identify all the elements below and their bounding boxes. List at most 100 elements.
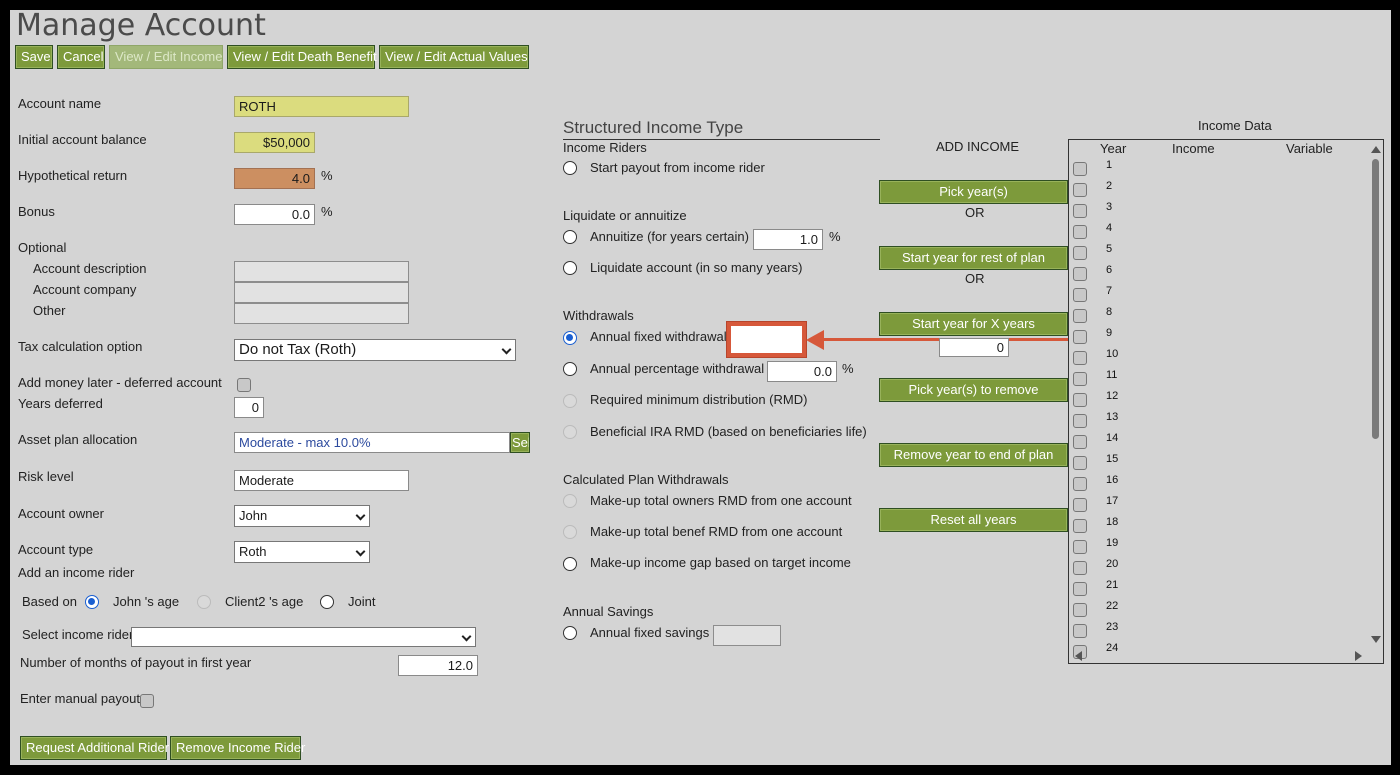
year-checkbox[interactable] <box>1073 267 1087 281</box>
year-checkbox[interactable] <box>1073 246 1087 260</box>
table-row[interactable]: 7 <box>1069 285 1369 306</box>
pick-years-to-remove-button[interactable]: Pick year(s) to remove <box>879 378 1068 402</box>
account-description-field[interactable] <box>234 261 409 282</box>
table-row[interactable]: 8 <box>1069 306 1369 327</box>
table-row[interactable]: 10 <box>1069 348 1369 369</box>
table-row[interactable]: 9 <box>1069 327 1369 348</box>
years-deferred-field[interactable]: 0 <box>234 397 264 418</box>
year-checkbox[interactable] <box>1073 435 1087 449</box>
year-checkbox[interactable] <box>1073 540 1087 554</box>
table-row[interactable]: 16 <box>1069 474 1369 495</box>
year-checkbox[interactable] <box>1073 519 1087 533</box>
select-income-rider-select[interactable] <box>131 627 476 647</box>
year-checkbox[interactable] <box>1073 561 1087 575</box>
tax-option-select[interactable]: Do not Tax (Roth) <box>234 339 516 361</box>
year-checkbox[interactable] <box>1073 582 1087 596</box>
account-owner-select[interactable]: John <box>234 505 370 527</box>
add-money-later-checkbox[interactable] <box>237 378 251 392</box>
year-checkbox[interactable] <box>1073 309 1087 323</box>
table-row[interactable]: 12 <box>1069 390 1369 411</box>
year-checkbox[interactable] <box>1073 351 1087 365</box>
year-checkbox[interactable] <box>1073 393 1087 407</box>
liquidate-radio[interactable] <box>563 261 577 275</box>
scroll-up-icon[interactable] <box>1371 146 1381 153</box>
annual-percentage-withdrawal-field[interactable]: 0.0 <box>767 361 837 382</box>
annuitize-field[interactable]: 1.0 <box>753 229 823 250</box>
x-years-field[interactable]: 0 <box>939 338 1009 357</box>
annual-fixed-savings-field[interactable] <box>713 625 781 646</box>
asset-plan-select-button[interactable]: Sel <box>510 432 530 453</box>
scroll-down-icon[interactable] <box>1371 636 1381 643</box>
year-checkbox[interactable] <box>1073 225 1087 239</box>
table-row[interactable]: 23 <box>1069 621 1369 642</box>
remove-year-to-end-button[interactable]: Remove year to end of plan <box>879 443 1068 467</box>
table-row[interactable]: 15 <box>1069 453 1369 474</box>
table-row[interactable]: 20 <box>1069 558 1369 579</box>
table-row[interactable]: 13 <box>1069 411 1369 432</box>
year-checkbox[interactable] <box>1073 603 1087 617</box>
bonus-field[interactable]: 0.0 <box>234 204 315 225</box>
initial-balance-field[interactable]: $50,000 <box>234 132 315 153</box>
year-checkbox[interactable] <box>1073 183 1087 197</box>
table-row[interactable]: 11 <box>1069 369 1369 390</box>
scroll-left-icon[interactable] <box>1075 651 1082 661</box>
table-row[interactable]: 18 <box>1069 516 1369 537</box>
annual-fixed-withdrawal-radio[interactable] <box>563 331 577 345</box>
based-on-joint-radio[interactable] <box>320 595 334 609</box>
year-checkbox[interactable] <box>1073 456 1087 470</box>
table-row[interactable]: 5 <box>1069 243 1369 264</box>
account-type-select[interactable]: Roth <box>234 541 370 563</box>
manual-payout-checkbox[interactable] <box>140 694 154 708</box>
income-gap-radio[interactable] <box>563 557 577 571</box>
year-checkbox[interactable] <box>1073 624 1087 638</box>
based-on-john-radio[interactable] <box>85 595 99 609</box>
start-year-x-years-button[interactable]: Start year for X years <box>879 312 1068 336</box>
table-row[interactable]: 14 <box>1069 432 1369 453</box>
scroll-right-icon[interactable] <box>1355 651 1362 661</box>
risk-level-field[interactable]: Moderate <box>234 470 409 491</box>
annual-percentage-withdrawal-radio[interactable] <box>563 362 577 376</box>
cancel-button[interactable]: Cancel <box>57 45 105 69</box>
annuitize-radio[interactable] <box>563 230 577 244</box>
table-row[interactable]: 6 <box>1069 264 1369 285</box>
table-row[interactable]: 2 <box>1069 180 1369 201</box>
based-on-client2-radio[interactable] <box>197 595 211 609</box>
horizontal-scrollbar[interactable] <box>1070 649 1370 662</box>
other-field[interactable] <box>234 303 409 324</box>
rmd-radio[interactable] <box>563 394 577 408</box>
year-checkbox[interactable] <box>1073 414 1087 428</box>
view-edit-death-benefit-button[interactable]: View / Edit Death Benefit <box>227 45 377 69</box>
annual-fixed-withdrawal-field[interactable] <box>727 322 806 357</box>
beneficial-rmd-radio[interactable] <box>563 425 577 439</box>
table-row[interactable]: 4 <box>1069 222 1369 243</box>
save-button[interactable]: Save <box>15 45 53 69</box>
pick-years-button[interactable]: Pick year(s) <box>879 180 1068 204</box>
year-checkbox[interactable] <box>1073 477 1087 491</box>
year-checkbox[interactable] <box>1073 288 1087 302</box>
table-row[interactable]: 1 <box>1069 159 1369 180</box>
account-name-field[interactable]: ROTH <box>234 96 409 117</box>
year-checkbox[interactable] <box>1073 372 1087 386</box>
asset-plan-field[interactable]: Moderate - max 10.0% <box>234 432 510 453</box>
annual-fixed-savings-radio[interactable] <box>563 626 577 640</box>
months-payout-field[interactable]: 12.0 <box>398 655 478 676</box>
table-row[interactable]: 22 <box>1069 600 1369 621</box>
account-company-field[interactable] <box>234 282 409 303</box>
owners-rmd-radio[interactable] <box>563 494 577 508</box>
hypothetical-return-field[interactable]: 4.0 <box>234 168 315 189</box>
table-row[interactable]: 17 <box>1069 495 1369 516</box>
start-year-rest-of-plan-button[interactable]: Start year for rest of plan <box>879 246 1068 270</box>
view-edit-income-button[interactable]: View / Edit Income <box>109 45 223 69</box>
reset-all-years-button[interactable]: Reset all years <box>879 508 1068 532</box>
request-additional-rider-button[interactable]: Request Additional Rider <box>20 736 169 760</box>
year-checkbox[interactable] <box>1073 204 1087 218</box>
scroll-thumb[interactable] <box>1372 159 1379 439</box>
year-checkbox[interactable] <box>1073 330 1087 344</box>
benef-rmd-radio[interactable] <box>563 525 577 539</box>
table-row[interactable]: 19 <box>1069 537 1369 558</box>
table-row[interactable]: 21 <box>1069 579 1369 600</box>
start-payout-radio[interactable] <box>563 161 577 175</box>
year-checkbox[interactable] <box>1073 498 1087 512</box>
year-checkbox[interactable] <box>1073 162 1087 176</box>
remove-income-rider-button[interactable]: Remove Income Rider <box>170 736 305 760</box>
